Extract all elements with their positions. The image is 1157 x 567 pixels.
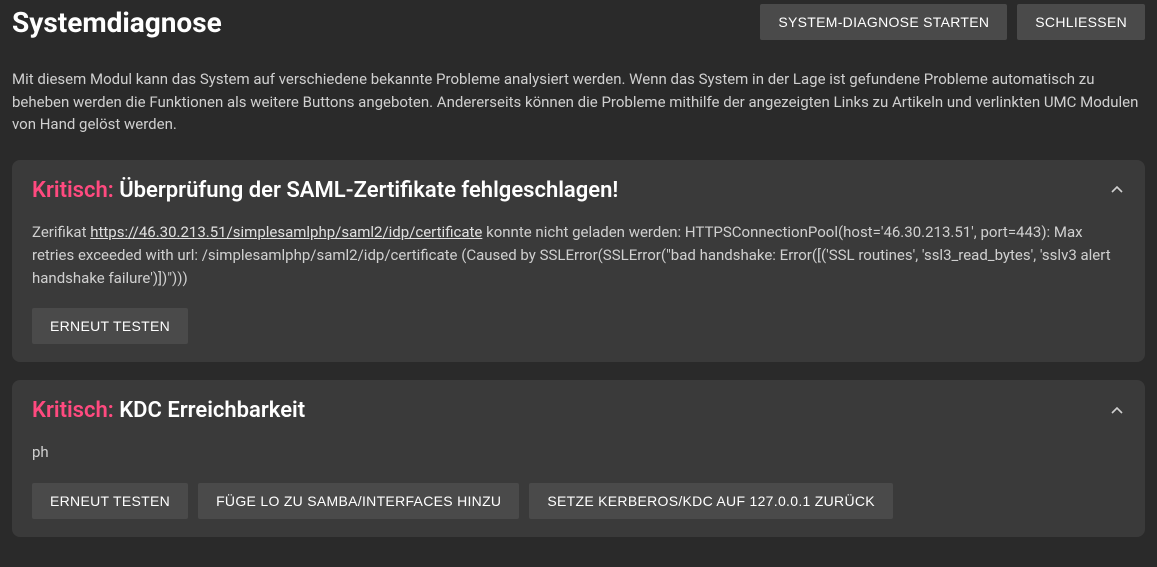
- chevron-up-icon[interactable]: [1109, 403, 1125, 419]
- add-lo-button[interactable]: FÜGE LO ZU SAMBA/INTERFACES HINZU: [198, 483, 519, 519]
- certificate-link[interactable]: https://46.30.213.51/simplesamlphp/saml2…: [90, 223, 482, 241]
- card-title: Kritisch: KDC Erreichbarkeit: [32, 398, 305, 423]
- card-title: Kritisch: Überprüfung der SAML-Zertifika…: [32, 178, 618, 203]
- card-title-text: Überprüfung der SAML-Zertifikate fehlges…: [119, 178, 618, 203]
- header-buttons: SYSTEM-DIAGNOSE STARTEN SCHLIESSEN: [760, 4, 1145, 40]
- diagnostic-card-saml: Kritisch: Überprüfung der SAML-Zertifika…: [12, 160, 1145, 363]
- card-body: ph: [32, 441, 1125, 464]
- card-header: Kritisch: Überprüfung der SAML-Zertifika…: [32, 178, 1125, 203]
- chevron-up-icon[interactable]: [1109, 182, 1125, 198]
- retest-button[interactable]: ERNEUT TESTEN: [32, 483, 188, 519]
- card-body: Zerifikathttps://46.30.213.51/simplesaml…: [32, 221, 1125, 291]
- card-actions: ERNEUT TESTEN: [32, 308, 1125, 344]
- close-button[interactable]: SCHLIESSEN: [1017, 4, 1145, 40]
- severity-label: Kritisch:: [32, 178, 114, 203]
- severity-label: Kritisch:: [32, 398, 114, 423]
- page-title: Systemdiagnose: [12, 6, 222, 39]
- page-header: Systemdiagnose SYSTEM-DIAGNOSE STARTEN S…: [12, 4, 1145, 40]
- set-kerberos-button[interactable]: SETZE KERBEROS/KDC AUF 127.0.0.1 ZURÜCK: [529, 483, 893, 519]
- diagnostic-card-kdc: Kritisch: KDC Erreichbarkeit ph ERNEUT T…: [12, 380, 1145, 536]
- module-description: Mit diesem Modul kann das System auf ver…: [12, 68, 1145, 136]
- card-title-text: KDC Erreichbarkeit: [119, 398, 305, 423]
- card-header: Kritisch: KDC Erreichbarkeit: [32, 398, 1125, 423]
- retest-button[interactable]: ERNEUT TESTEN: [32, 308, 188, 344]
- cert-prefix-text: Zerifikat: [32, 223, 90, 241]
- card-actions: ERNEUT TESTEN FÜGE LO ZU SAMBA/INTERFACE…: [32, 483, 1125, 519]
- start-diagnose-button[interactable]: SYSTEM-DIAGNOSE STARTEN: [760, 4, 1007, 40]
